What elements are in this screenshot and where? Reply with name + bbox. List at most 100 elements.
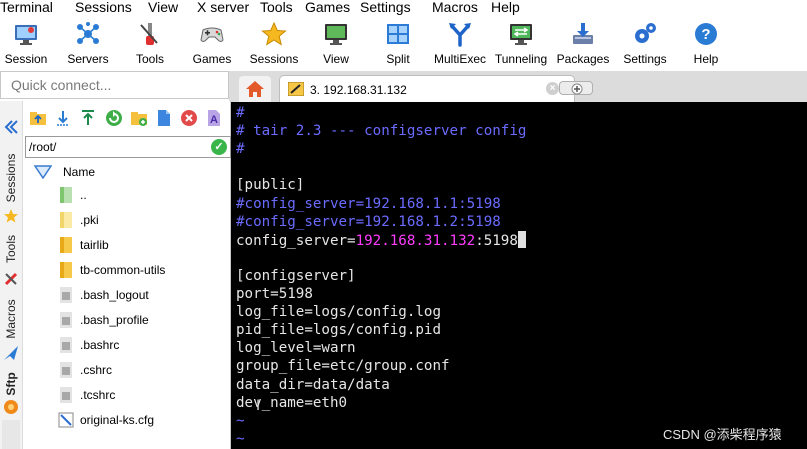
text-cursor-icon: I xyxy=(256,398,261,414)
tab-session-label: 3. 192.168.31.132 xyxy=(310,83,407,97)
quick-connect-input[interactable]: Quick connect... xyxy=(0,71,229,99)
menu-view[interactable]: View xyxy=(148,0,178,14)
upload-icon[interactable] xyxy=(79,109,97,127)
new-file-icon[interactable] xyxy=(155,109,173,127)
download-icon[interactable] xyxy=(54,109,72,127)
terminal-line: data_dir=data/data xyxy=(236,376,390,394)
menu-sessions[interactable]: Sessions xyxy=(75,0,132,14)
toolbar-split-button[interactable]: Split xyxy=(378,19,418,69)
star-icon xyxy=(261,21,287,46)
terminal-text: [configserver] xyxy=(236,267,356,284)
list-item[interactable]: .bash_profile xyxy=(23,309,231,334)
sftp-globe-icon xyxy=(4,400,18,414)
toolbar-tunneling-button[interactable]: Tunneling xyxy=(492,19,550,69)
terminal-text: pid_file=logs/config.pid xyxy=(236,322,441,339)
terminal-text: :5198 xyxy=(475,232,518,249)
terminal-line: # xyxy=(236,140,245,158)
toolbar-session-button[interactable]: Session xyxy=(2,19,50,69)
list-item[interactable]: .pki xyxy=(23,209,231,234)
toolbar-multiexec-button[interactable]: MultiExec xyxy=(432,19,488,69)
list-item[interactable]: .tcshrc xyxy=(23,384,231,409)
menu-games[interactable]: Games xyxy=(305,0,350,14)
toolbar-help-button[interactable]: ? Help xyxy=(686,19,726,69)
parent-folder-icon[interactable] xyxy=(29,109,47,127)
vtab-tools[interactable]: Tools xyxy=(4,235,18,263)
list-item[interactable]: .bash_logout xyxy=(23,284,231,309)
toolbar-help-label: Help xyxy=(693,52,719,66)
toolbar-tools-button[interactable]: Tools xyxy=(128,19,172,69)
watermark: CSDN @添柴程序猿 xyxy=(663,427,782,442)
sftp-panel: A /root/ ✓ Name .. .pki tairlib tb-commo… xyxy=(23,101,231,449)
tab-session-3[interactable]: 3. 192.168.31.132 × xyxy=(279,75,575,102)
cfg-file-icon xyxy=(58,412,74,428)
file-name: .bash_profile xyxy=(80,313,149,327)
terminal-text: log_file=logs/config.log xyxy=(236,304,441,321)
sftp-path-input[interactable]: /root/ ✓ xyxy=(25,136,231,158)
terminal-line: ~ xyxy=(236,430,245,448)
file-name: .cshrc xyxy=(80,363,113,377)
terminal-output[interactable]: # # tair 2.3 --- configserver config # [pub… xyxy=(231,102,807,449)
view-monitor-icon xyxy=(325,24,347,45)
sort-arrow-icon[interactable] xyxy=(34,165,52,179)
terminal-text: # xyxy=(236,105,245,121)
terminal-cursor xyxy=(517,230,526,248)
collapse-double-chevron-icon[interactable] xyxy=(3,119,19,135)
terminal-text: 192.168.31.132 xyxy=(355,232,476,249)
toolbar-packages-button[interactable]: Packages xyxy=(556,19,610,69)
home-tab[interactable] xyxy=(239,76,271,102)
menu-terminal[interactable]: Terminal xyxy=(0,0,53,14)
list-item[interactable]: tairlib xyxy=(23,234,231,259)
toolbar-view-button[interactable]: View xyxy=(316,19,356,69)
list-item[interactable]: .. xyxy=(23,184,231,209)
file-name: tairlib xyxy=(80,238,109,252)
close-tab-icon[interactable]: × xyxy=(546,82,559,95)
refresh-icon[interactable] xyxy=(105,109,123,127)
list-item[interactable]: .bashrc xyxy=(23,334,231,359)
toolbar-packages-label: Packages xyxy=(556,52,610,66)
session-monitor-icon xyxy=(15,25,37,45)
file-icon xyxy=(60,362,72,378)
path-confirm-check-icon[interactable]: ✓ xyxy=(211,139,227,155)
list-item[interactable]: .cshrc xyxy=(23,359,231,384)
terminal-text: dev_name=eth0 xyxy=(236,394,348,411)
toolbar-sessions-button[interactable]: Sessions xyxy=(248,19,300,69)
file-name: .tcshrc xyxy=(80,388,116,402)
main-toolbar: Session Servers Tools Games Sessions Vie… xyxy=(0,16,807,70)
sftp-column-name[interactable]: Name xyxy=(63,165,95,179)
file-name: .bash_logout xyxy=(80,288,149,302)
menu-settings[interactable]: Settings xyxy=(360,0,411,14)
toolbar-session-label: Session xyxy=(4,52,48,66)
toolbar-servers-button[interactable]: Servers xyxy=(62,19,114,69)
terminal-line: [configserver] xyxy=(236,267,356,285)
rename-icon[interactable]: A xyxy=(205,109,223,127)
menu-help[interactable]: Help xyxy=(491,0,520,14)
new-tab-button[interactable] xyxy=(559,81,593,95)
menu-macros[interactable]: Macros xyxy=(432,0,478,14)
list-item[interactable]: original-ks.cfg xyxy=(23,409,231,434)
vtab-sftp[interactable]: Sftp xyxy=(4,372,18,395)
menu-x-server[interactable]: X server xyxy=(197,0,249,14)
macro-arrow-icon xyxy=(4,346,18,360)
terminal-line: #config_server=192.168.1.1:5198 xyxy=(236,195,501,213)
terminal-line: # xyxy=(236,104,245,122)
toolbar-tunneling-label: Tunneling xyxy=(494,52,548,66)
terminal-line: # tair 2.3 --- configserver config xyxy=(236,122,526,140)
terminal-text: #config_server=192.168.1.2:5198 xyxy=(236,213,501,230)
list-item[interactable]: tb-common-utils xyxy=(23,259,231,284)
toolbar-games-button[interactable]: Games xyxy=(188,19,236,69)
terminal-text: config_server= xyxy=(236,232,356,249)
terminal-text: port=5198 xyxy=(236,286,313,302)
delete-icon[interactable] xyxy=(180,109,198,127)
file-icon xyxy=(60,312,72,328)
vtab-macros[interactable]: Macros xyxy=(4,299,18,338)
new-folder-icon[interactable] xyxy=(130,109,148,127)
file-icon xyxy=(60,337,72,353)
terminal-line: log_file=logs/config.log xyxy=(236,303,441,321)
vtab-sessions[interactable]: Sessions xyxy=(4,154,18,203)
tools-small-icon xyxy=(4,272,18,286)
menu-tools[interactable]: Tools xyxy=(260,0,293,14)
toolbar-settings-button[interactable]: Settings xyxy=(620,19,670,69)
terminal-line: ~ xyxy=(236,412,245,430)
terminal-text: #config_server=192.168.1.1:5198 xyxy=(236,195,501,212)
terminal-text: log_level=warn xyxy=(236,340,356,357)
